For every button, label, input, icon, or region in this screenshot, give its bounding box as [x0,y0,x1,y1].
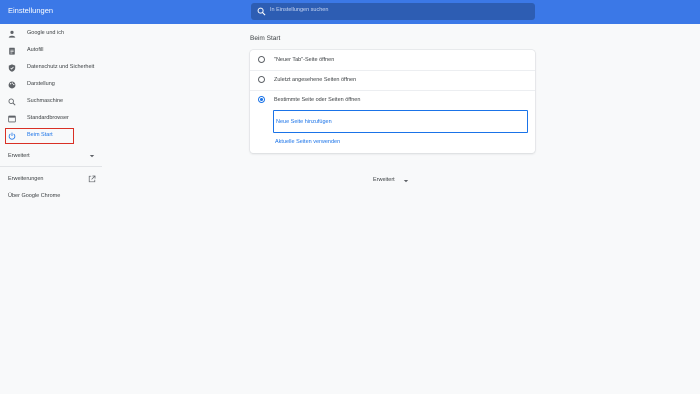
top-bar: Einstellungen In Einstellungen suchen [0,0,700,24]
extensions-label: Erweiterungen [8,176,44,182]
radio-option-label: "Neuer Tab"-Seite öffnen [274,57,335,63]
radio-option-label: Bestimmte Seite oder Seiten öffnen [274,97,361,103]
sidebar-item-label: Google und ich [27,30,64,36]
highlight-box [5,128,74,144]
advanced-label: Erweitert [8,153,30,159]
chevron-down-icon [403,180,409,183]
add-page-label: Neue Seite hinzufügen [276,119,332,125]
radio-button-checked[interactable] [258,96,265,103]
search-input[interactable]: In Einstellungen suchen [270,7,328,13]
advanced-toggle[interactable]: Erweitert [373,175,413,187]
add-page-button[interactable]: Neue Seite hinzufügen [273,110,528,133]
sidebar-item-label: Standardbrowser [27,115,69,121]
search-icon [8,98,16,106]
radio-option-label: Zuletzt angesehene Seiten öffnen [274,77,357,83]
person-icon [8,30,16,38]
palette-icon [8,81,16,89]
browser-icon [8,115,16,123]
advanced-label: Erweitert [373,177,395,183]
radio-button[interactable] [258,76,265,83]
sidebar-item-darstellung[interactable]: Darstellung [0,78,110,92]
sidebar-advanced-toggle[interactable]: Erweitert [0,150,110,163]
sidebar-item-suchmaschine[interactable]: Suchmaschine [0,95,110,109]
sidebar: Google und ich Autofill Datenschutz und … [0,24,110,394]
shield-icon [8,64,16,72]
startup-card: "Neuer Tab"-Seite öffnen Zuletzt angeseh… [250,50,535,153]
use-current-pages-link[interactable]: Aktuelle Seiten verwenden [275,139,340,145]
sidebar-item-label: Darstellung [27,81,55,87]
sidebar-item-standardbrowser[interactable]: Standardbrowser [0,112,110,126]
sidebar-item-ueber-chrome[interactable]: Über Google Chrome [0,190,110,203]
clipboard-icon [9,47,15,55]
radio-button[interactable] [258,56,265,63]
section-title: Beim Start [250,35,281,42]
chevron-down-icon [89,155,95,158]
sidebar-item-label: Suchmaschine [27,98,64,104]
sidebar-item-erweiterungen[interactable]: Erweiterungen [0,173,110,186]
sidebar-item-google-und-ich[interactable]: Google und ich [0,27,110,41]
search-box[interactable]: In Einstellungen suchen [251,3,535,20]
open-in-new-icon [88,175,96,183]
search-icon [257,7,266,16]
page-title: Einstellungen [8,6,54,15]
about-label: Über Google Chrome [8,193,61,199]
sidebar-item-datenschutz[interactable]: Datenschutz und Sicherheit [0,61,110,75]
sidebar-divider [0,166,102,167]
sidebar-item-autofill[interactable]: Autofill [0,44,110,58]
sidebar-item-label: Autofill [27,47,44,53]
sidebar-item-label: Datenschutz und Sicherheit [27,64,95,70]
